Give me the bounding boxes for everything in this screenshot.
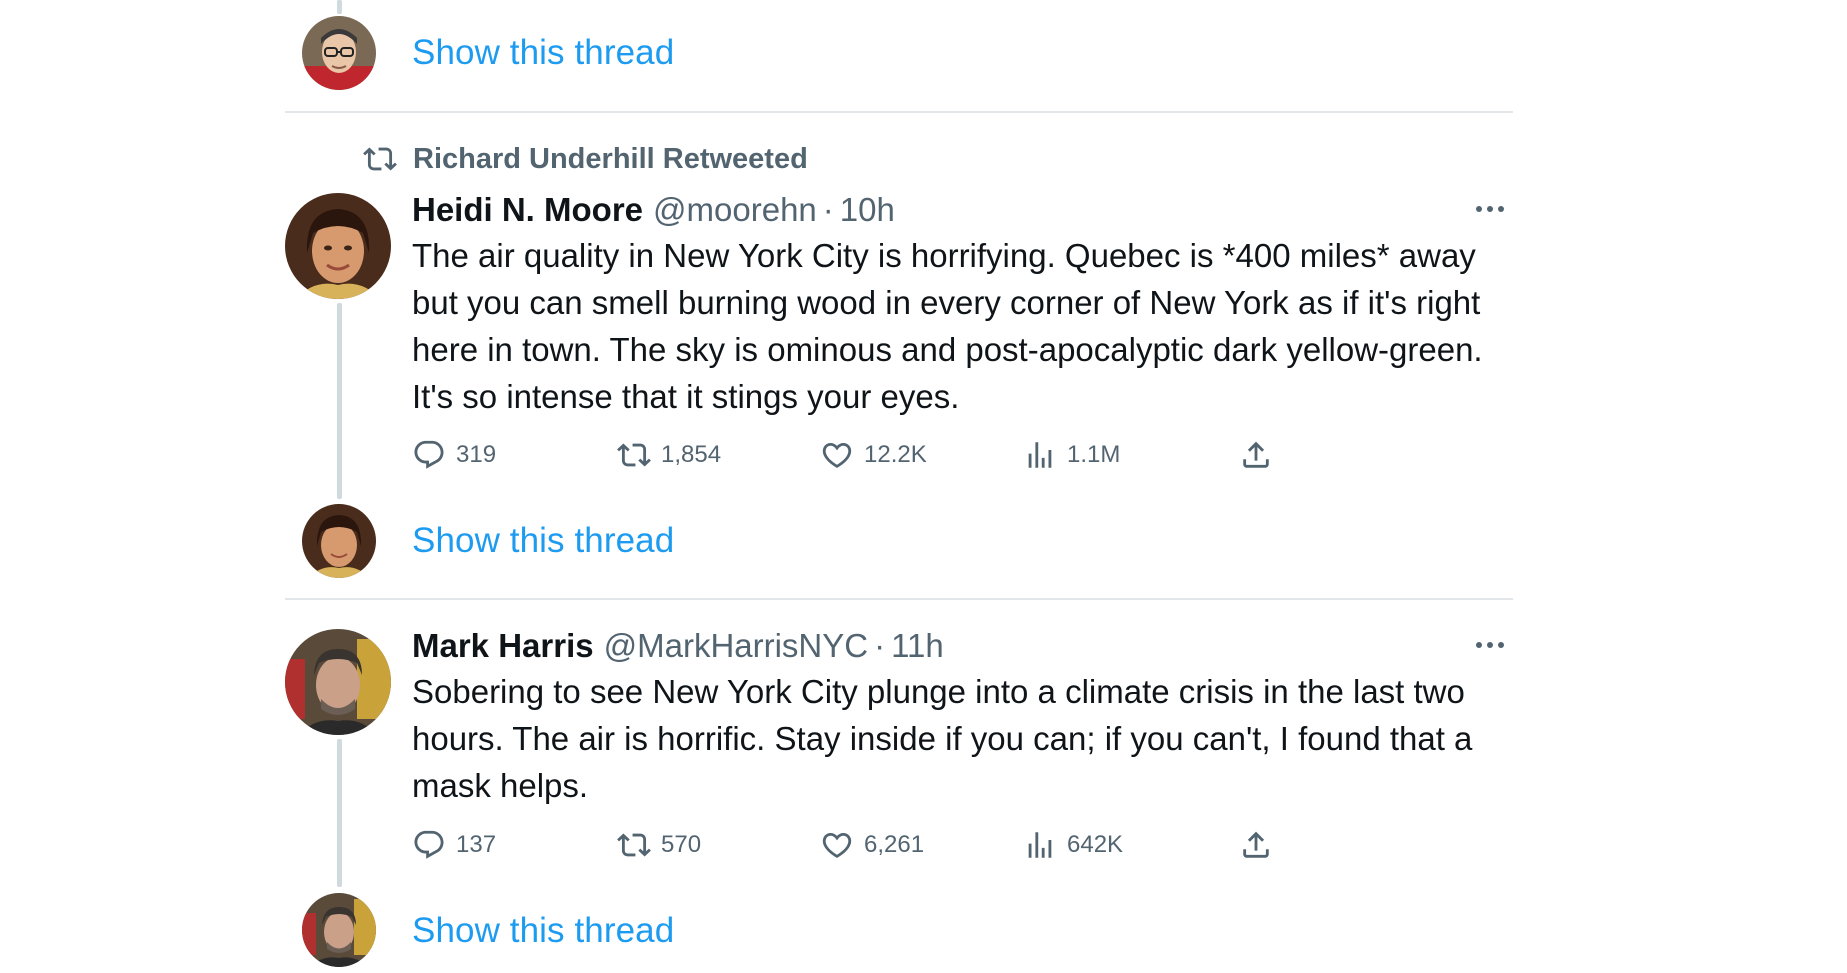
avatar-mark-harris[interactable] <box>285 629 391 735</box>
thread-line <box>337 739 342 887</box>
tweet-header: Mark Harris @MarkHarrisNYC · 11h <box>412 627 944 665</box>
reply-icon <box>414 830 444 859</box>
retweet-context-text: Richard Underhill Retweeted <box>413 142 808 175</box>
views-count: 642K <box>1067 831 1124 858</box>
divider <box>285 111 1513 113</box>
retweet-button[interactable]: 570 <box>617 828 701 862</box>
share-icon <box>1243 441 1269 468</box>
show-this-thread-link[interactable]: Show this thread <box>412 33 674 73</box>
like-count: 12.2K <box>864 441 927 468</box>
avatar-thread-author-top[interactable] <box>302 16 376 90</box>
like-button[interactable]: 6,261 <box>820 828 924 862</box>
tweet-text: The air quality in New York City is horr… <box>412 237 1483 415</box>
retweet-icon <box>617 833 651 857</box>
reply-count: 137 <box>456 831 497 858</box>
heart-icon <box>822 832 852 858</box>
views-count: 1.1M <box>1067 441 1121 468</box>
tweet-timestamp[interactable]: 10h <box>840 191 895 229</box>
thread-line <box>337 0 342 14</box>
more-icon[interactable] <box>1476 206 1504 212</box>
more-icon[interactable] <box>1476 642 1504 648</box>
retweet-count: 1,854 <box>661 441 722 468</box>
share-button[interactable] <box>1239 828 1283 862</box>
retweet-icon <box>617 443 651 467</box>
retweet-button[interactable]: 1,854 <box>617 438 721 472</box>
tweet-header: Heidi N. Moore @moorehn · 10h <box>412 191 895 229</box>
avatar-thread-author-mark[interactable] <box>302 893 376 967</box>
avatar-thread-author-heidi[interactable] <box>302 504 376 578</box>
separator-dot: · <box>874 627 886 664</box>
separator-dot: · <box>822 191 834 228</box>
tweet-timestamp[interactable]: 11h <box>891 627 944 665</box>
share-icon <box>1243 831 1269 858</box>
reply-icon <box>414 440 444 469</box>
views-icon <box>1028 442 1052 468</box>
divider <box>285 598 1513 600</box>
like-count: 6,261 <box>864 831 925 858</box>
reply-button[interactable]: 319 <box>412 438 496 472</box>
show-this-thread-link[interactable]: Show this thread <box>412 911 674 951</box>
author-name[interactable]: Mark Harris <box>412 627 594 665</box>
retweet-count: 570 <box>661 831 702 858</box>
share-button[interactable] <box>1239 438 1283 472</box>
tweet-text: Sobering to see New York City plunge int… <box>412 673 1473 804</box>
views-icon <box>1028 832 1052 858</box>
show-this-thread-link[interactable]: Show this thread <box>412 521 674 561</box>
views-button[interactable]: 642K <box>1023 828 1123 862</box>
author-handle[interactable]: @moorehn <box>653 191 817 229</box>
reply-button[interactable]: 137 <box>412 828 496 862</box>
thread-line <box>337 303 342 499</box>
heart-icon <box>822 442 852 468</box>
reply-count: 319 <box>456 441 497 468</box>
retweet-context: Richard Underhill Retweeted <box>363 142 808 176</box>
author-name[interactable]: Heidi N. Moore <box>412 191 643 229</box>
author-handle[interactable]: @MarkHarrisNYC <box>604 627 869 665</box>
retweet-icon <box>363 147 397 171</box>
like-button[interactable]: 12.2K <box>820 438 927 472</box>
avatar-heidi-n-moore[interactable] <box>285 193 391 299</box>
views-button[interactable]: 1.1M <box>1023 438 1120 472</box>
